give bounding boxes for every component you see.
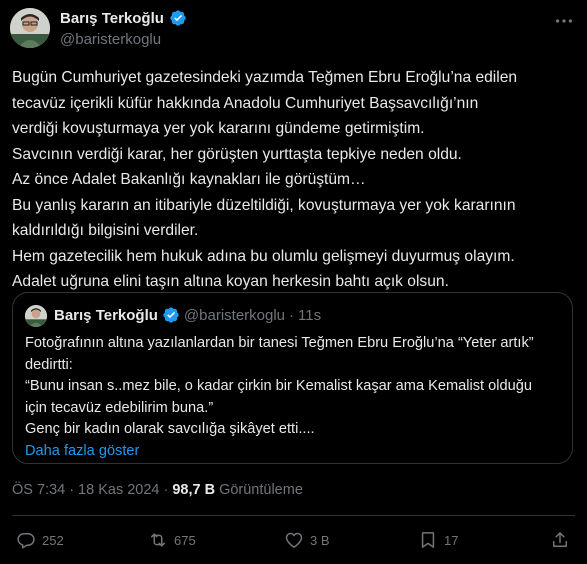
quoted-tweet-card[interactable]: Barış Terkoğlu @baristerkoglu · 11s Foto… — [12, 292, 573, 464]
tweet-time[interactable]: ÖS 7:34 — [12, 482, 65, 498]
quoted-tweet-text: Fotoğrafının altına yazılanlardan bir ta… — [25, 333, 565, 462]
quoted-line: için tecavüz edebilirim buna.” — [25, 399, 214, 416]
tweet-line: Bugün Cumhuriyet gazetesindeki yazımda T… — [12, 69, 518, 86]
quoted-author-avatar[interactable] — [25, 305, 47, 327]
show-more-link[interactable]: Daha fazla göster — [25, 441, 565, 463]
action-bar: 252 675 3 B 17 — [0, 530, 587, 556]
author-handle[interactable]: @baristerkoglu — [60, 31, 161, 48]
quoted-line: Fotoğrafının altına yazılanlardan bir ta… — [25, 335, 534, 351]
repost-button[interactable]: 675 — [148, 530, 196, 550]
views-label: Görüntüleme — [219, 482, 303, 498]
quoted-line: “Bunu insan s..mez bile, o kadar çirkin … — [25, 378, 532, 394]
like-button[interactable]: 3 B — [284, 530, 330, 550]
tweet-line: Hem gazetecilik hem hukuk adına bu oluml… — [12, 247, 515, 265]
tweet-line: Adalet uğruna elini taşın altına koyan h… — [12, 273, 449, 290]
tweet-line: Savcının verdiği karar, her görüşten yur… — [12, 145, 462, 163]
separator-dot: · — [163, 482, 169, 498]
tweet-line: verdiği kovuşturmaya yer yok kararını gü… — [12, 120, 425, 137]
quoted-line: dedirtti: — [25, 356, 73, 373]
like-count: 3 B — [310, 532, 330, 548]
repost-count: 675 — [174, 532, 196, 548]
bookmark-button[interactable]: 17 — [418, 530, 458, 550]
tweet-text: Bugün Cumhuriyet gazetesindeki yazımda T… — [12, 65, 577, 295]
bookmark-icon — [421, 532, 435, 548]
tweet-line: kaldırıldığı bilgisini verdiler. — [12, 222, 199, 239]
tweet-line: Bu yanlış kararın an itibariyle düzeltil… — [12, 196, 516, 214]
views-count: 98,7 B — [172, 482, 216, 498]
repost-icon — [151, 533, 165, 547]
tweet-date[interactable]: 18 Kas 2024 — [78, 482, 159, 498]
verified-badge-icon — [170, 10, 186, 26]
more-options-icon[interactable] — [553, 10, 575, 32]
share-icon — [553, 532, 567, 547]
divider — [12, 515, 575, 516]
tweet-line: tecavüz içerikli küfür hakkında Anadolu … — [12, 94, 479, 112]
quoted-line: Genç bir kadın olarak savcılığa şikâyet … — [25, 421, 315, 437]
quoted-timestamp[interactable]: 11s — [298, 307, 321, 324]
author-name[interactable]: Barış Terkoğlu — [60, 10, 164, 27]
separator-dot: · — [69, 482, 75, 498]
verified-badge-icon — [163, 307, 179, 323]
tweet-line: Az önce Adalet Bakanlığı kaynakları ile … — [12, 171, 366, 188]
quoted-author-handle[interactable]: @baristerkoglu — [184, 307, 285, 324]
quoted-author-name[interactable]: Barış Terkoğlu — [54, 307, 158, 324]
reply-button[interactable]: 252 — [16, 530, 64, 550]
heart-icon — [285, 532, 303, 548]
reply-icon — [17, 533, 35, 549]
separator-dot: · — [289, 306, 295, 324]
author-avatar[interactable] — [10, 8, 50, 48]
share-button[interactable] — [550, 530, 570, 550]
reply-count: 252 — [42, 532, 64, 548]
tweet-meta: ÖS 7:34 · 18 Kas 2024 · 98,7 B Görüntüle… — [12, 482, 303, 498]
bookmark-count: 17 — [444, 532, 459, 548]
